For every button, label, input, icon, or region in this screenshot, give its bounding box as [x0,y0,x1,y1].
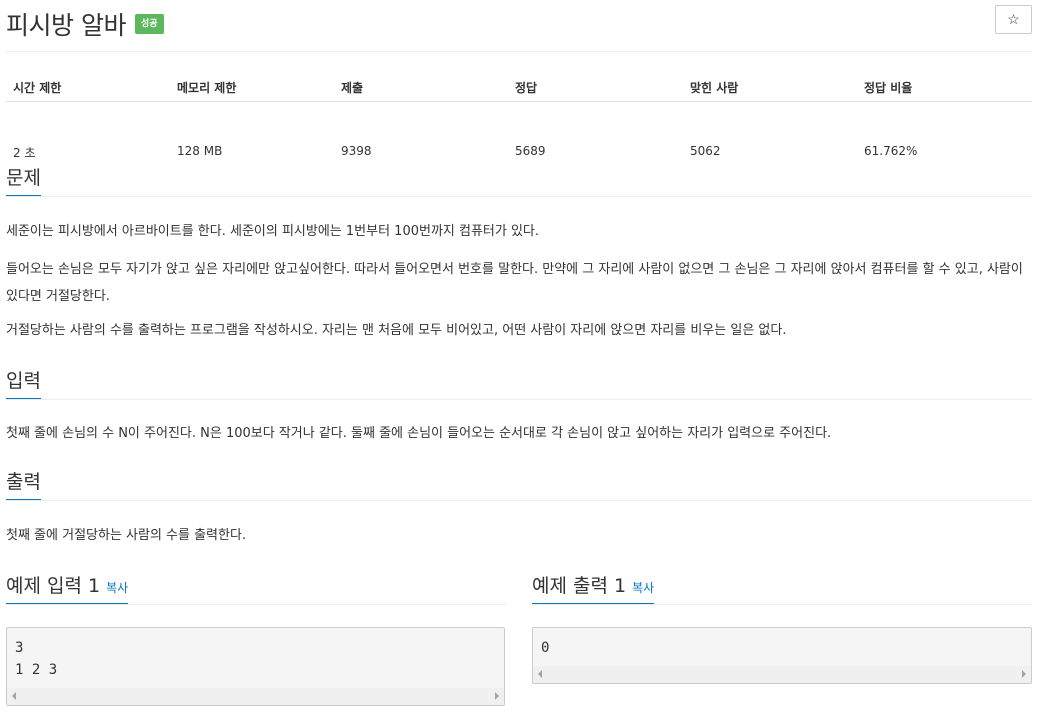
input-section-heading: 입력 [6,362,1032,400]
stats-value-solvers: 5062 [690,144,721,158]
sample-output-title: 예제 출력 1 [532,575,627,597]
stats-header-submissions: 제출 [341,81,364,95]
stats-header-memory-limit: 메모리 제한 [177,81,237,95]
stats-value-accepted: 5689 [515,144,546,158]
problem-section-heading: 문제 [6,159,1032,197]
stats-value-submissions: 9398 [341,144,372,158]
sample-output-heading: 예제 출력 1 복사 [532,567,1032,605]
problem-paragraph-1: 세준이는 피시방에서 아르바이트를 한다. 세준이의 피시방에는 1번부터 10… [6,224,540,239]
input-description: 첫째 줄에 손님의 수 N이 주어진다. N은 100보다 작거나 같다. 둘째… [6,426,832,441]
sample-output-code: 0 [541,640,550,656]
stats-header-time-limit: 시간 제한 [13,81,62,95]
stats-value-ratio: 61.762% [864,144,918,158]
stats-header-solvers: 맞힌 사람 [690,81,739,95]
sample-input-box[interactable]: 3 1 2 3 [6,627,505,706]
stats-header-row: 시간 제한 메모리 제한 제출 정답 맞힌 사람 정답 비율 [6,70,1032,102]
stats-header-accepted: 정답 [515,81,538,95]
problem-section-label: 문제 [6,163,41,196]
copy-sample-output-button[interactable]: 복사 [632,581,654,595]
sample-input-scrollbar[interactable] [7,688,504,705]
scroll-right-icon[interactable] [1022,670,1026,678]
sample-output-scrollbar[interactable] [533,666,1031,683]
sample-input-heading: 예제 입력 1 복사 [6,567,506,605]
output-section-label: 출력 [6,467,41,500]
problem-header: 피시방 알바 성공 ☆ [6,0,1032,52]
scroll-right-icon[interactable] [495,692,499,700]
scroll-left-icon[interactable] [538,670,542,678]
problem-paragraph-3: 거절당하는 사람의 수를 출력하는 프로그램을 작성하시오. 자리는 맨 처음에… [6,323,787,338]
sample-input-code: 3 1 2 3 [15,640,58,678]
problem-paragraph-2: 들어오는 손님은 모두 자기가 앉고 싶은 자리에만 앉고싶어한다. 따라서 들… [6,262,1023,304]
problem-stats-table: 시간 제한 메모리 제한 제출 정답 맞힌 사람 정답 비율 2 초 128 M… [6,70,1032,160]
stats-value-memory-limit: 128 MB [177,144,223,158]
stats-header-ratio: 정답 비율 [864,81,913,95]
output-description: 첫째 줄에 거절당하는 사람의 수를 출력한다. [6,528,247,543]
input-section-label: 입력 [6,366,41,399]
star-icon[interactable]: ☆ [995,5,1032,34]
sample-output-box[interactable]: 0 [532,627,1032,684]
sample-input-title: 예제 입력 1 [6,575,101,597]
sample-output-label: 예제 출력 1 복사 [532,571,655,604]
copy-sample-input-button[interactable]: 복사 [106,581,128,595]
scroll-left-icon[interactable] [12,692,16,700]
page-title: 피시방 알바 [6,11,126,40]
sample-input-label: 예제 입력 1 복사 [6,571,129,604]
output-section-heading: 출력 [6,463,1032,501]
status-badge: 성공 [135,14,164,34]
